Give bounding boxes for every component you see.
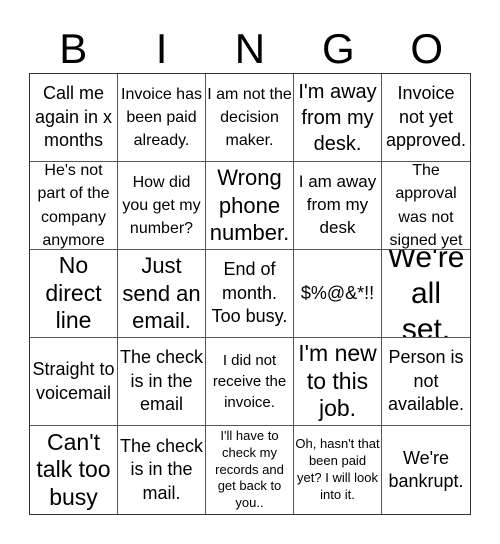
bingo-cell free-space[interactable]: $%@&*!! [294,250,382,338]
header-letter-b: B [59,25,88,72]
bingo-header: B I N G O [29,26,471,72]
bingo-cell[interactable]: How did you get my number? [118,162,206,250]
bingo-cell[interactable]: Straight to voicemail [30,338,118,426]
bingo-cell[interactable]: I did not receive the invoice. [206,338,294,426]
bingo-cell[interactable]: I am away from my desk [294,162,382,250]
bingo-cell[interactable]: I'll have to check my records and get ba… [206,426,294,514]
header-letter-n: N [234,25,266,72]
bingo-cell[interactable]: Can't talk too busy [30,426,118,514]
bingo-cell[interactable]: Oh, hasn't that been paid yet? I will lo… [294,426,382,514]
bingo-grid: Call me again in x months Invoice has be… [29,73,471,515]
bingo-cell[interactable]: I am not the decision maker. [206,74,294,162]
bingo-cell[interactable]: Person is not available. [382,338,470,426]
bingo-cell[interactable]: We're all set. [382,250,470,338]
header-letter-o: O [410,25,444,72]
bingo-cell[interactable]: Wrong phone number. [206,162,294,250]
header-letter-g: G [322,25,355,72]
bingo-cell[interactable]: Just send an email. [118,250,206,338]
bingo-cell[interactable]: Invoice has been paid already. [118,74,206,162]
bingo-cell[interactable]: Invoice not yet approved. [382,74,470,162]
bingo-cell[interactable]: End of month. Too busy. [206,250,294,338]
bingo-cell[interactable]: The approval was not signed yet [382,162,470,250]
bingo-cell[interactable]: We're bankrupt. [382,426,470,514]
bingo-cell[interactable]: He's not part of the company anymore [30,162,118,250]
bingo-cell[interactable]: The check is in the mail. [118,426,206,514]
bingo-cell[interactable]: The check is in the email [118,338,206,426]
bingo-cell[interactable]: No direct line [30,250,118,338]
bingo-cell[interactable]: Call me again in x months [30,74,118,162]
bingo-cell[interactable]: I'm new to this job. [294,338,382,426]
bingo-cell[interactable]: I'm away from my desk. [294,74,382,162]
header-letter-i: I [155,25,168,72]
